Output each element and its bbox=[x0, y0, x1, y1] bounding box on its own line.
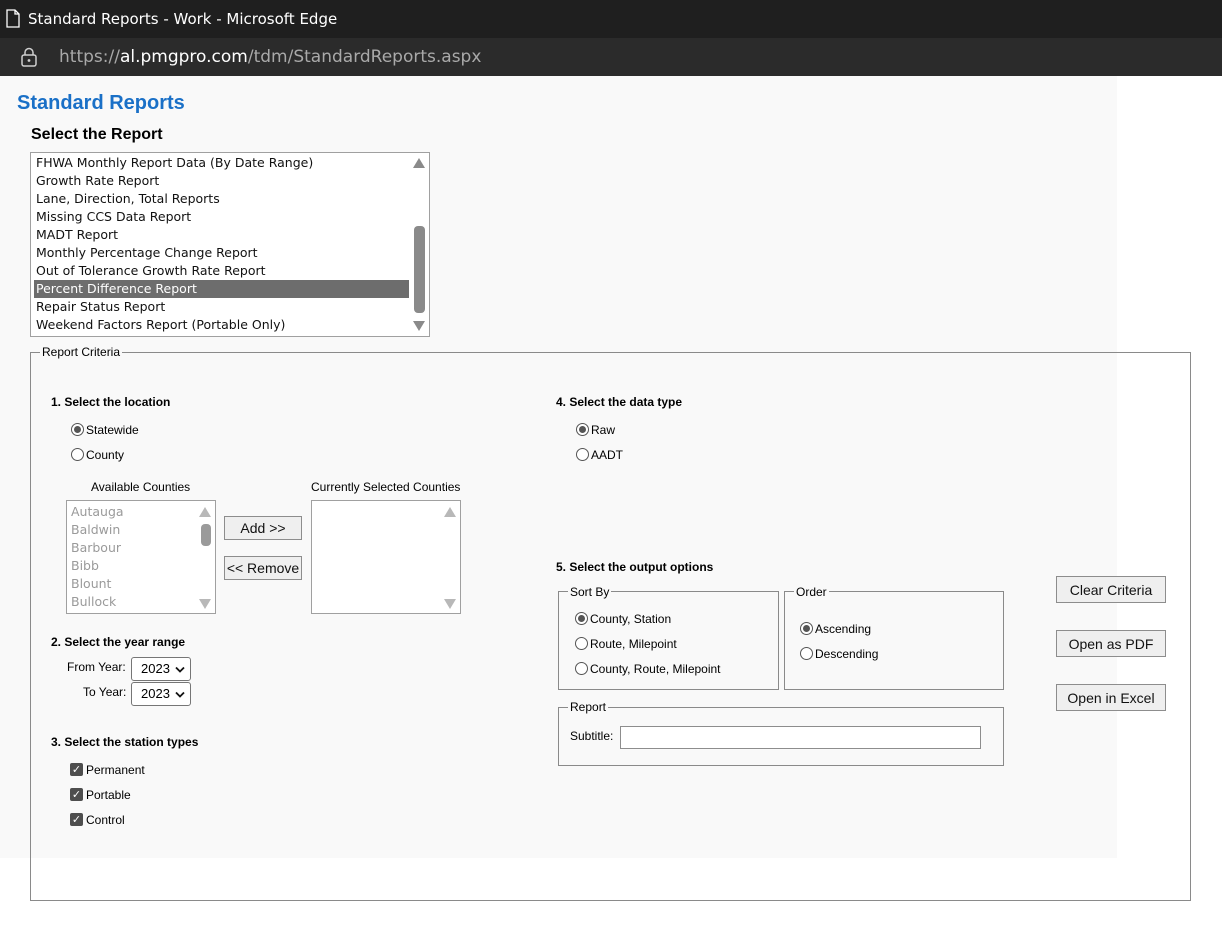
document-icon bbox=[6, 9, 20, 28]
permanent-label: Permanent bbox=[86, 763, 145, 777]
scroll-up-arrow-icon[interactable] bbox=[413, 158, 425, 168]
sort-county-route-milepoint-radio[interactable] bbox=[575, 662, 588, 675]
station-types-heading: 3. Select the station types bbox=[51, 735, 199, 749]
aadt-radio[interactable] bbox=[576, 448, 589, 461]
from-year-value: 2023 bbox=[141, 661, 170, 676]
to-year-value: 2023 bbox=[141, 686, 170, 701]
permanent-checkbox[interactable]: ✓ bbox=[70, 763, 83, 776]
scrollbar-thumb[interactable] bbox=[201, 524, 211, 546]
scroll-up-arrow-icon[interactable] bbox=[199, 507, 211, 517]
selected-counties-label: Currently Selected Counties bbox=[311, 480, 461, 494]
to-year-label: To Year: bbox=[83, 685, 127, 699]
remove-county-button[interactable]: << Remove bbox=[224, 556, 302, 580]
portable-checkbox[interactable]: ✓ bbox=[70, 788, 83, 801]
available-counties-listbox[interactable]: Autauga Baldwin Barbour Bibb Blount Bull… bbox=[66, 500, 216, 614]
report-option[interactable]: Out of Tolerance Growth Rate Report bbox=[34, 262, 409, 280]
order-group bbox=[784, 591, 1004, 690]
control-label: Control bbox=[86, 813, 125, 827]
location-heading: 1. Select the location bbox=[51, 395, 171, 409]
report-option[interactable]: Missing CCS Data Report bbox=[34, 208, 409, 226]
subtitle-input[interactable] bbox=[620, 726, 981, 749]
aadt-label: AADT bbox=[591, 448, 624, 462]
report-option[interactable]: MADT Report bbox=[34, 226, 409, 244]
address-bar[interactable]: https://al.pmgpro.com/tdm/StandardReport… bbox=[0, 38, 1222, 76]
url-text[interactable]: https://al.pmgpro.com/tdm/StandardReport… bbox=[59, 47, 481, 67]
report-option[interactable]: Weekend Factors Report (Portable Only) bbox=[34, 316, 409, 334]
county-radio[interactable] bbox=[71, 448, 84, 461]
report-option[interactable]: Monthly Percentage Change Report bbox=[34, 244, 409, 262]
sort-by-legend: Sort By bbox=[568, 585, 612, 599]
order-legend: Order bbox=[794, 585, 829, 599]
report-option[interactable]: Growth Rate Report bbox=[34, 172, 409, 190]
select-report-heading: Select the Report bbox=[31, 126, 163, 143]
sort-route-milepoint-radio[interactable] bbox=[575, 637, 588, 650]
report-option-selected[interactable]: Percent Difference Report bbox=[34, 280, 409, 298]
sort-county-station-label: County, Station bbox=[590, 612, 672, 626]
page-title: Standard Reports bbox=[17, 92, 185, 114]
browser-titlebar: Standard Reports - Work - Microsoft Edge bbox=[0, 0, 1222, 38]
report-legend: Report bbox=[568, 700, 609, 714]
ascending-label: Ascending bbox=[815, 622, 872, 636]
sort-county-station-radio[interactable] bbox=[575, 612, 588, 625]
county-option[interactable]: Autauga bbox=[71, 503, 124, 521]
chevron-down-icon bbox=[175, 666, 185, 673]
available-counties-label: Available Counties bbox=[91, 480, 191, 494]
scroll-down-arrow-icon[interactable] bbox=[413, 321, 425, 331]
scroll-up-arrow-icon[interactable] bbox=[444, 507, 456, 517]
county-option[interactable]: Baldwin bbox=[71, 521, 120, 539]
window-title: Standard Reports - Work - Microsoft Edge bbox=[28, 10, 338, 28]
county-option[interactable]: Bibb bbox=[71, 557, 99, 575]
subtitle-label: Subtitle: bbox=[570, 729, 614, 743]
open-pdf-button[interactable]: Open as PDF bbox=[1056, 630, 1166, 657]
scroll-down-arrow-icon[interactable] bbox=[199, 599, 211, 609]
portable-label: Portable bbox=[86, 788, 131, 802]
control-checkbox[interactable]: ✓ bbox=[70, 813, 83, 826]
data-type-heading: 4. Select the data type bbox=[556, 395, 683, 409]
chevron-down-icon bbox=[175, 691, 185, 698]
county-option[interactable]: Blount bbox=[71, 575, 111, 593]
sort-county-route-milepoint-label: County, Route, Milepoint bbox=[590, 662, 721, 676]
statewide-radio[interactable] bbox=[71, 423, 84, 436]
selected-counties-listbox[interactable] bbox=[311, 500, 461, 614]
from-year-label: From Year: bbox=[67, 660, 126, 674]
to-year-select[interactable]: 2023 bbox=[131, 682, 191, 706]
report-option[interactable]: Lane, Direction, Total Reports bbox=[34, 190, 409, 208]
report-option[interactable]: Repair Status Report bbox=[34, 298, 409, 316]
report-criteria-legend: Report Criteria bbox=[40, 345, 123, 359]
raw-radio[interactable] bbox=[576, 423, 589, 436]
descending-radio[interactable] bbox=[800, 647, 813, 660]
ascending-radio[interactable] bbox=[800, 622, 813, 635]
add-county-button[interactable]: Add >> bbox=[224, 516, 302, 540]
county-option[interactable]: Barbour bbox=[71, 539, 121, 557]
lock-icon[interactable] bbox=[20, 47, 38, 67]
raw-label: Raw bbox=[591, 423, 616, 437]
county-option[interactable]: Bullock bbox=[71, 593, 116, 611]
open-excel-button[interactable]: Open in Excel bbox=[1056, 684, 1166, 711]
descending-label: Descending bbox=[815, 647, 879, 661]
sort-route-milepoint-label: Route, Milepoint bbox=[590, 637, 677, 651]
statewide-label: Statewide bbox=[86, 423, 139, 437]
clear-criteria-button[interactable]: Clear Criteria bbox=[1056, 576, 1166, 603]
from-year-select[interactable]: 2023 bbox=[131, 657, 191, 681]
county-label: County bbox=[86, 448, 125, 462]
report-option[interactable]: FHWA Monthly Report Data (By Date Range) bbox=[34, 154, 409, 172]
report-listbox[interactable]: FHWA Monthly Report Data (By Date Range)… bbox=[30, 152, 430, 337]
year-range-heading: 2. Select the year range bbox=[51, 635, 186, 649]
scroll-down-arrow-icon[interactable] bbox=[444, 599, 456, 609]
scrollbar-thumb[interactable] bbox=[414, 226, 425, 313]
output-options-heading: 5. Select the output options bbox=[556, 560, 714, 574]
